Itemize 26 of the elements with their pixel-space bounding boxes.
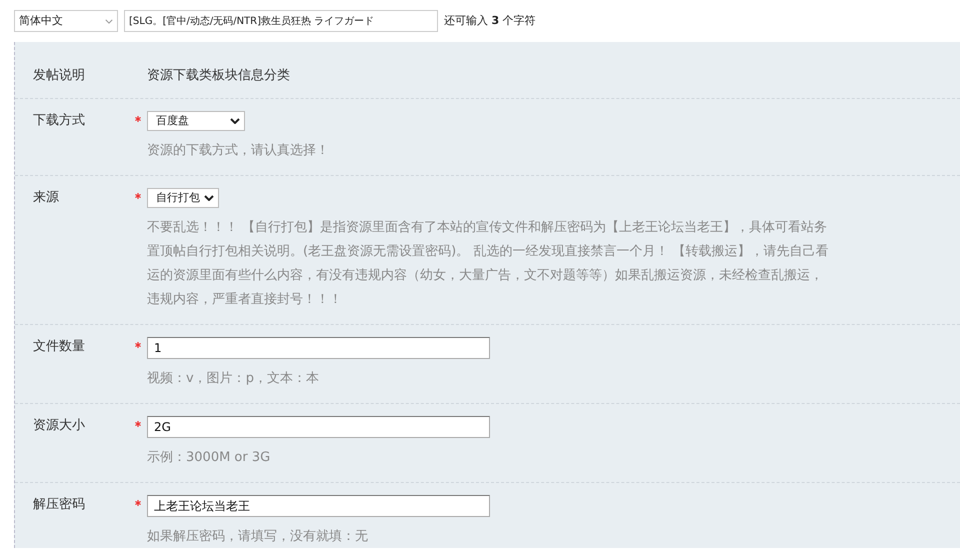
title-input[interactable]: [SLG。[官中/动态/无码/NTR]救生员狂热 ライフガード bbox=[124, 10, 438, 32]
hint-text: 违规内容，严重者直接封号！！！ bbox=[147, 291, 343, 309]
field-label: 发帖说明 bbox=[32, 67, 86, 85]
caret-icon bbox=[230, 118, 240, 124]
field-label: 来源 bbox=[32, 189, 60, 207]
field-label: 解压密码 bbox=[32, 496, 86, 514]
field-label: 资源大小 bbox=[32, 417, 86, 435]
field-label: 文件数量 bbox=[32, 338, 86, 356]
input-field[interactable]: 1 bbox=[147, 337, 490, 359]
hint-text: 资源的下载方式，请认真选择！ bbox=[147, 142, 329, 160]
hint-text: 不要乱选！！！ 【自行打包】是指资源里面含有了本站的宣传文件和解压密码为【上老王论坛当老王】，具体可看站务 bbox=[147, 219, 828, 237]
input-field[interactable]: 上老王论坛当老王 bbox=[147, 495, 490, 517]
language-dropdown[interactable]: 简体中文 bbox=[14, 10, 118, 32]
hint-text: 视频：v，图片：p，文本：本 bbox=[147, 370, 320, 388]
hint-text: 如果解压密码，请填写，没有就填：无 bbox=[147, 528, 369, 546]
hint-text: 置顶帖自行打包相关说明。(老王盘资源无需设置密码)。 乱选的一经发现直接禁言一个月！ 【转载搬运】，请先自己看 bbox=[147, 243, 828, 261]
hint-text: 示例：3000M or 3G bbox=[147, 449, 272, 467]
dropdown[interactable]: 百度盘 bbox=[147, 111, 245, 131]
field-label: 下载方式 bbox=[32, 112, 86, 130]
input-field[interactable]: 2G bbox=[147, 416, 490, 438]
caret-icon bbox=[204, 195, 214, 201]
dropdown[interactable]: 自行打包 bbox=[147, 188, 219, 208]
caret-icon bbox=[105, 18, 113, 24]
hint-text: 运的资源里面有些什么内容，有没有违规内容（幼女，大量广告，文不对题等等）如果乱搬运资源，未经检查乱搬运， bbox=[147, 267, 824, 285]
char-count-text: 还可输入 3 个字符 bbox=[444, 12, 536, 29]
field-value: 资源下载类板块信息分类 bbox=[147, 67, 290, 85]
